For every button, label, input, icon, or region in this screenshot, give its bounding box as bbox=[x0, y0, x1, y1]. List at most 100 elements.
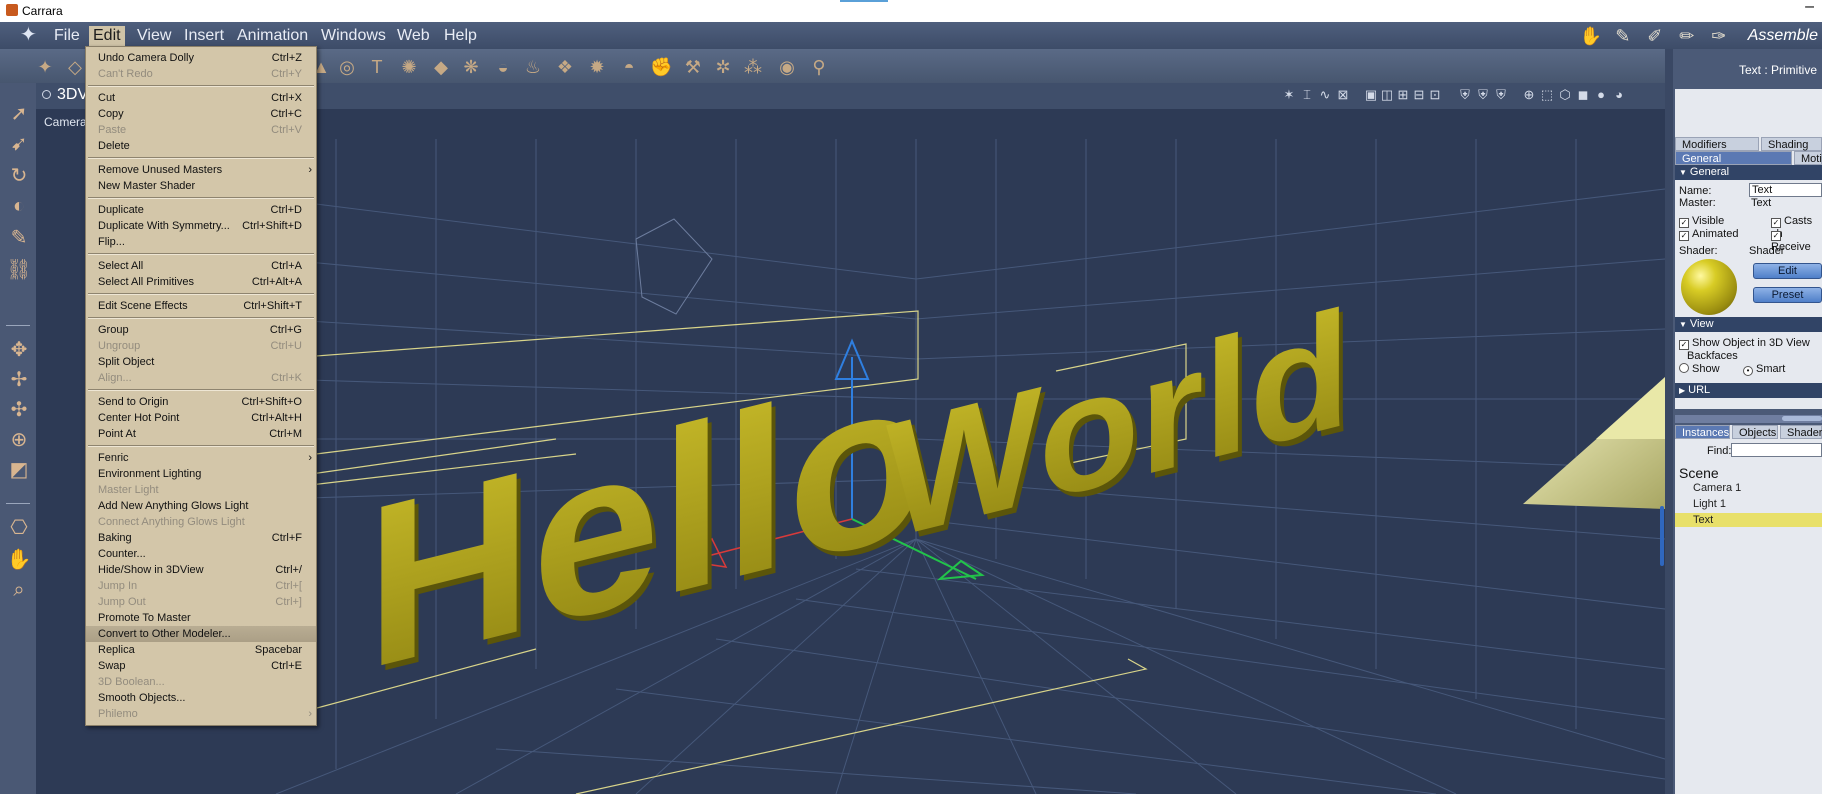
cluster-icon[interactable]: ⁂ bbox=[742, 56, 764, 78]
menu-item-promote-to-master[interactable]: Promote To Master bbox=[86, 610, 316, 626]
menu-item-environment-lighting[interactable]: Environment Lighting bbox=[86, 466, 316, 482]
tool-icon[interactable]: ◇ bbox=[64, 56, 86, 78]
bank-icon[interactable]: ◩ bbox=[6, 457, 32, 483]
menu-item-point-at[interactable]: Point At Ctrl+M bbox=[86, 426, 316, 442]
shield-2-icon[interactable]: ⛨ bbox=[1476, 88, 1490, 102]
backface-show-radio[interactable]: Show bbox=[1679, 363, 1720, 375]
world-text-object[interactable]: World World bbox=[886, 273, 1354, 581]
tab-modifiers[interactable]: Modifiers bbox=[1675, 137, 1759, 151]
url-section-header[interactable]: ▶ URL bbox=[1675, 383, 1822, 398]
menu-item-smooth-objects[interactable]: Smooth Objects... bbox=[86, 690, 316, 706]
zoom-icon[interactable]: ⌕ bbox=[6, 577, 32, 603]
bowl-icon[interactable]: ◓ bbox=[618, 56, 640, 78]
texture-room-icon[interactable]: ✏ bbox=[1676, 26, 1698, 46]
lips-icon[interactable]: ◒ bbox=[492, 56, 514, 78]
solid-cube-icon[interactable]: ◼ bbox=[1576, 88, 1590, 102]
dolly-icon[interactable]: ✥ bbox=[6, 337, 32, 363]
single-view-icon[interactable]: ▣ bbox=[1364, 88, 1378, 102]
menu-item-add-glows-light[interactable]: Add New Anything Glows Light bbox=[86, 498, 316, 514]
select-arrow-icon[interactable]: ➚ bbox=[6, 101, 32, 127]
visible-checkbox[interactable]: ✓ Visible bbox=[1679, 215, 1724, 228]
hello-text-object[interactable]: Hello Hello bbox=[366, 321, 932, 724]
menu-item-baking[interactable]: Baking Ctrl+F bbox=[86, 530, 316, 546]
scene-item-text[interactable]: Text bbox=[1675, 513, 1822, 527]
pan-icon[interactable]: ✢ bbox=[6, 367, 32, 393]
minimize-icon[interactable]: – bbox=[1805, 0, 1814, 16]
hand-icon[interactable]: ✊ bbox=[650, 56, 672, 78]
animated-checkbox[interactable]: ✓ Animated bbox=[1679, 228, 1738, 241]
scene-root[interactable]: Scene bbox=[1679, 465, 1719, 481]
carrara-logo-icon[interactable]: ✦ bbox=[20, 25, 46, 45]
menu-insert[interactable]: Insert bbox=[180, 26, 228, 46]
menu-item-undo[interactable]: Undo Camera Dolly Ctrl+Z bbox=[86, 50, 316, 66]
tab-motion[interactable]: Moti bbox=[1794, 151, 1822, 165]
light-icon[interactable]: ✶ bbox=[1282, 88, 1296, 102]
backface-smart-radio[interactable]: • Smart bbox=[1743, 363, 1785, 376]
menu-view[interactable]: View bbox=[133, 26, 175, 46]
model-room-icon[interactable]: ✎ bbox=[1612, 26, 1634, 46]
eyedropper-icon[interactable]: ✎ bbox=[6, 225, 32, 251]
view-section-header[interactable]: ▼ View bbox=[1675, 317, 1822, 332]
tab-general[interactable]: General bbox=[1675, 151, 1792, 165]
tab-instances[interactable]: Instances bbox=[1675, 425, 1730, 439]
tab-shading[interactable]: Shading bbox=[1761, 137, 1822, 151]
menu-item-delete[interactable]: Delete bbox=[86, 138, 316, 154]
scale-icon[interactable]: ◐ bbox=[6, 193, 32, 219]
menu-web[interactable]: Web bbox=[393, 26, 434, 46]
compass-icon[interactable]: ⊕ bbox=[1522, 88, 1536, 102]
storyboard-room-icon[interactable]: ✐ bbox=[1644, 26, 1666, 46]
menu-item-fenric[interactable]: Fenric › bbox=[86, 450, 316, 466]
wand-icon[interactable]: ✦ bbox=[34, 56, 56, 78]
bug-icon[interactable]: ✲ bbox=[712, 56, 734, 78]
panel-resize-handle[interactable] bbox=[1660, 506, 1664, 566]
menu-windows[interactable]: Windows bbox=[317, 26, 390, 46]
viewport-tab[interactable]: 3DV bbox=[42, 86, 88, 104]
two-view-icon[interactable]: ◫ bbox=[1380, 88, 1394, 102]
menu-item-cut[interactable]: Cut Ctrl+X bbox=[86, 90, 316, 106]
torus-icon[interactable]: ◎ bbox=[336, 56, 358, 78]
render-sphere-icon[interactable]: ◕ bbox=[1612, 88, 1626, 102]
menu-item-flip[interactable]: Flip... bbox=[86, 234, 316, 250]
bone-icon[interactable]: ⚲ bbox=[808, 56, 830, 78]
menu-item-new-master-shader[interactable]: New Master Shader bbox=[86, 178, 316, 194]
rotate-icon[interactable]: ↻ bbox=[6, 163, 32, 189]
menu-item-send-to-origin[interactable]: Send to Origin Ctrl+Shift+O bbox=[86, 394, 316, 410]
shaded-sphere-icon[interactable]: ● bbox=[1594, 88, 1608, 102]
hammer-icon[interactable]: ⚒ bbox=[682, 56, 704, 78]
tree-icon[interactable]: ❋ bbox=[460, 56, 482, 78]
shader-edit-button[interactable]: Edit bbox=[1753, 263, 1822, 279]
menu-item-duplicate[interactable]: Duplicate Ctrl+D bbox=[86, 202, 316, 218]
shield-icon[interactable]: ⛨ bbox=[1458, 88, 1472, 102]
menu-help[interactable]: Help bbox=[440, 26, 481, 46]
menu-item-group[interactable]: Group Ctrl+G bbox=[86, 322, 316, 338]
find-input[interactable] bbox=[1731, 443, 1822, 457]
shader-preview-sphere[interactable] bbox=[1681, 259, 1737, 315]
hotpoint-icon[interactable]: ⌶ bbox=[1300, 88, 1314, 102]
gear-icon[interactable]: ✺ bbox=[398, 56, 420, 78]
name-field[interactable]: Text bbox=[1749, 183, 1822, 197]
menu-item-duplicate-symmetry[interactable]: Duplicate With Symmetry... Ctrl+Shift+D bbox=[86, 218, 316, 234]
bounds-icon[interactable]: ⬚ bbox=[1540, 88, 1554, 102]
panel-splitter[interactable] bbox=[1675, 415, 1822, 423]
menu-item-center-hot-point[interactable]: Center Hot Point Ctrl+Alt+H bbox=[86, 410, 316, 426]
menu-item-edit-scene-effects[interactable]: Edit Scene Effects Ctrl+Shift+T bbox=[86, 298, 316, 314]
tab-objects[interactable]: Objects bbox=[1732, 425, 1778, 439]
light-gizmo[interactable] bbox=[635, 218, 713, 315]
menu-edit[interactable]: Edit bbox=[89, 26, 125, 46]
tab-shaders[interactable]: Shaders bbox=[1780, 425, 1822, 439]
spiky-icon[interactable]: ✹ bbox=[586, 56, 608, 78]
menu-item-copy[interactable]: Copy Ctrl+C bbox=[86, 106, 316, 122]
menu-item-remove-unused-masters[interactable]: Remove Unused Masters › bbox=[86, 162, 316, 178]
three-view-icon[interactable]: ⊞ bbox=[1396, 88, 1410, 102]
menu-item-replica[interactable]: Replica Spacebar bbox=[86, 642, 316, 658]
camera-icon[interactable]: ⎔ bbox=[6, 515, 32, 541]
show-in-3d-checkbox[interactable]: ✓ Show Object in 3D View bbox=[1679, 337, 1810, 350]
menu-animation[interactable]: Animation bbox=[233, 26, 312, 46]
spline-icon[interactable]: ∿ bbox=[1318, 88, 1332, 102]
hand-pan-icon[interactable]: ✋ bbox=[6, 547, 32, 573]
render-room-icon[interactable]: ✑ bbox=[1708, 26, 1730, 46]
scene-item-light[interactable]: Light 1 bbox=[1675, 497, 1822, 511]
plane-icon[interactable]: ◆ bbox=[430, 56, 452, 78]
menu-item-split-object[interactable]: Split Object bbox=[86, 354, 316, 370]
assemble-room-icon[interactable]: ✋ bbox=[1580, 26, 1602, 46]
